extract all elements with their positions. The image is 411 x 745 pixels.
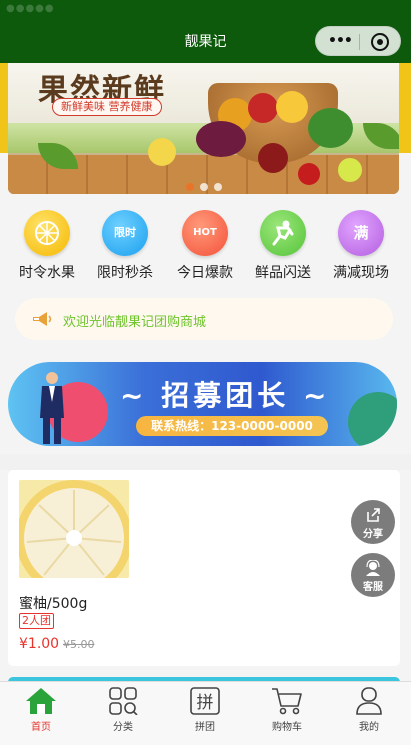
customer-service-button[interactable]: 客服 bbox=[351, 553, 395, 597]
banner-dot[interactable] bbox=[186, 183, 194, 191]
recruit-title: ~ 招募团长 ~ bbox=[120, 379, 331, 412]
more-menu-button[interactable]: ••• bbox=[328, 33, 353, 49]
tab-cart[interactable]: 购物车 bbox=[246, 682, 328, 733]
fruit-image bbox=[276, 91, 308, 123]
tab-label: 购物车 bbox=[272, 722, 302, 733]
product-name: 蜜柚/500g bbox=[19, 596, 88, 612]
close-mini-program-icon[interactable] bbox=[371, 33, 389, 51]
category-item-hot-deals[interactable]: HOT 今日爆款 bbox=[165, 208, 245, 282]
category-item-discount[interactable]: 满 满减现场 bbox=[321, 208, 401, 282]
fruit-image bbox=[298, 163, 320, 185]
announcement-text: 欢迎光临靓果记团购商城 bbox=[63, 315, 207, 330]
fruit-image bbox=[338, 158, 362, 182]
category-label: 满减现场 bbox=[333, 265, 389, 281]
section-gap bbox=[0, 454, 411, 470]
limited-time-icon: 限时 bbox=[102, 210, 148, 256]
tab-profile[interactable]: 我的 bbox=[328, 682, 410, 733]
banner-dot[interactable] bbox=[200, 183, 208, 191]
orange-slice-icon-svg bbox=[35, 221, 59, 245]
product-image[interactable] bbox=[19, 480, 129, 578]
businessman-illustration bbox=[40, 372, 64, 444]
recruit-hotline: 联系热线：123-0000-0000 bbox=[136, 416, 328, 436]
mini-program-capsule: ••• bbox=[315, 26, 401, 56]
share-label: 分享 bbox=[363, 529, 383, 540]
share-icon bbox=[367, 508, 380, 522]
discount-icon: 满 bbox=[338, 210, 384, 256]
tab-home[interactable]: 首页 bbox=[0, 682, 82, 733]
tab-group-buy[interactable]: 拼 拼团 bbox=[164, 682, 246, 733]
group-buy-badge: 2人团 bbox=[19, 613, 54, 629]
tab-label: 拼团 bbox=[195, 722, 215, 733]
banner-pagination bbox=[186, 176, 228, 194]
banner-edge-left bbox=[0, 63, 8, 153]
banner-edge-right bbox=[399, 63, 411, 153]
fruit-image bbox=[248, 93, 278, 123]
home-icon bbox=[26, 688, 56, 714]
category-label: 时令水果 bbox=[19, 265, 75, 281]
banner-tagline: 新鲜美味 营养健康 bbox=[52, 98, 162, 116]
category-grid-icon bbox=[109, 687, 138, 715]
tab-label: 我的 bbox=[359, 722, 379, 733]
category-shortcuts: 时令水果 限时 限时秒杀 HOT 今日爆款 鲜品闪送 满 满减现场 bbox=[0, 208, 411, 284]
pomelo-image bbox=[19, 480, 129, 578]
capsule-divider bbox=[359, 34, 360, 50]
hot-glyph: HOT bbox=[193, 227, 217, 238]
tab-bar: 首页 分类 拼 拼团 购物车 我的 bbox=[0, 681, 411, 745]
customer-service-label: 客服 bbox=[363, 582, 383, 593]
decoration-shape bbox=[348, 392, 397, 446]
product-card[interactable]: 蜜柚/500g 2人团 ¥1.00 ¥5.00 bbox=[8, 470, 400, 666]
category-item-seasonal-fruit[interactable]: 时令水果 bbox=[7, 208, 87, 282]
speaker-icon bbox=[33, 312, 52, 326]
fruit-image bbox=[196, 121, 246, 157]
limited-time-glyph: 限时 bbox=[114, 226, 136, 239]
hot-icon: HOT bbox=[182, 210, 228, 256]
hero-banner[interactable]: 果然新鲜 新鲜美味 营养健康 bbox=[8, 63, 399, 194]
cart-icon bbox=[272, 688, 302, 715]
banner-dot[interactable] bbox=[214, 183, 222, 191]
delivery-runner-icon bbox=[260, 210, 306, 256]
discount-glyph: 满 bbox=[353, 224, 369, 242]
announcement-bar[interactable]: 欢迎光临靓果记团购商城 bbox=[15, 298, 393, 340]
group-buy-icon: 拼 bbox=[190, 687, 220, 715]
fruit-image bbox=[148, 138, 176, 166]
svg-text:拼: 拼 bbox=[197, 693, 214, 713]
navigation-bar: ●●●●● 靓果记 ••• bbox=[0, 0, 411, 63]
tab-label: 分类 bbox=[113, 722, 133, 733]
customer-service-icon bbox=[366, 560, 380, 576]
delivery-runner-icon-svg bbox=[272, 220, 294, 246]
recruit-leader-banner[interactable]: ~ 招募团长 ~ 联系热线：123-0000-0000 bbox=[8, 362, 397, 446]
category-label: 鲜品闪送 bbox=[255, 265, 311, 281]
tab-label: 首页 bbox=[31, 722, 51, 733]
user-icon bbox=[356, 687, 382, 715]
fruit-image bbox=[258, 143, 288, 173]
category-label: 今日爆款 bbox=[177, 265, 233, 281]
fruit-image bbox=[308, 108, 353, 148]
signal-icon: ●●●●● bbox=[6, 3, 55, 14]
status-bar: ●●●●● bbox=[0, 0, 411, 16]
tab-category[interactable]: 分类 bbox=[82, 682, 164, 733]
category-item-fresh-delivery[interactable]: 鲜品闪送 bbox=[243, 208, 323, 282]
category-item-flash-sale[interactable]: 限时 限时秒杀 bbox=[85, 208, 165, 282]
product-price: ¥1.00 bbox=[19, 636, 60, 652]
product-original-price: ¥5.00 bbox=[63, 638, 95, 651]
orange-slice-icon bbox=[24, 210, 70, 256]
share-button[interactable]: 分享 bbox=[351, 500, 395, 544]
category-label: 限时秒杀 bbox=[97, 265, 153, 281]
